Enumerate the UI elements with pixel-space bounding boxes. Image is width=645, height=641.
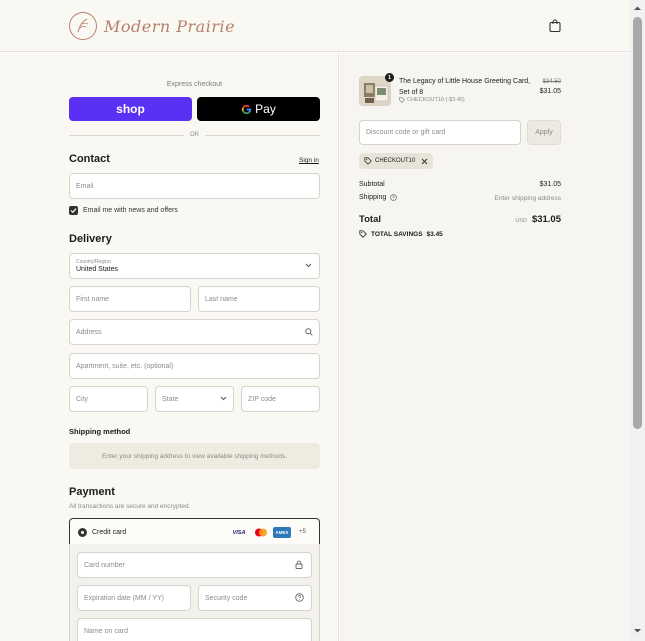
email-field[interactable]: Email — [69, 173, 320, 199]
total-savings-label: TOTAL SAVINGS — [371, 230, 423, 238]
search-icon — [305, 328, 313, 336]
name-on-card-field[interactable]: Name on card — [77, 618, 312, 641]
google-g-icon — [242, 104, 252, 114]
subtotal-label: Subtotal — [359, 181, 385, 188]
logo-emblem-icon — [69, 12, 97, 40]
total-savings: TOTAL SAVINGS $3.45 — [359, 230, 443, 238]
state-placeholder: State — [162, 395, 179, 403]
zip-code-field[interactable]: ZIP code — [241, 386, 320, 412]
first-name-field[interactable]: First name — [69, 286, 191, 312]
store-logo[interactable]: Modern Prairie — [68, 11, 235, 41]
scroll-up-icon[interactable] — [633, 5, 642, 11]
credit-card-form: Card number Expiration date (MM / YY) Se… — [69, 544, 320, 641]
payment-subtitle: All transactions are secure and encrypte… — [69, 503, 191, 510]
chevron-down-icon — [220, 396, 227, 401]
newsletter-checkbox[interactable] — [69, 206, 78, 215]
apply-discount-button[interactable]: Apply — [527, 120, 561, 145]
google-pay-label: Pay — [255, 102, 276, 116]
tag-icon — [399, 97, 405, 103]
expiration-placeholder: Expiration date (MM / YY) — [84, 594, 165, 602]
total-row: USD $31.05 — [461, 214, 561, 225]
tag-icon — [359, 230, 367, 238]
help-icon[interactable] — [295, 593, 304, 602]
expiration-date-field[interactable]: Expiration date (MM / YY) — [77, 585, 191, 611]
total-savings-value: $3.45 — [426, 230, 443, 238]
total-label: Total — [359, 214, 381, 225]
google-pay-button[interactable]: Pay — [197, 97, 320, 121]
site-header: Modern Prairie — [0, 0, 630, 52]
security-code-placeholder: Security code — [205, 594, 248, 602]
shopping-bag-icon[interactable] — [549, 19, 561, 32]
country-select[interactable]: Country/Region United States — [69, 253, 320, 279]
delivery-heading: Delivery — [69, 233, 112, 245]
email-placeholder: Email — [76, 182, 94, 190]
apartment-placeholder: Apartment, suite, etc. (optional) — [76, 362, 174, 370]
original-price: $34.50 — [542, 79, 561, 85]
payment-heading: Payment — [69, 486, 115, 498]
zip-placeholder: ZIP code — [248, 395, 276, 403]
product-price: $31.05 — [539, 88, 561, 95]
amex-icon: AMEX — [273, 527, 291, 538]
shipping-row: Shipping — [359, 194, 398, 201]
express-checkout-label: Express checkout — [166, 81, 223, 88]
discount-code-field[interactable]: Discount code or gift card — [359, 120, 521, 145]
last-name-placeholder: Last name — [205, 295, 238, 303]
card-number-field[interactable]: Card number — [77, 552, 312, 578]
apply-label: Apply — [535, 129, 553, 136]
newsletter-option[interactable]: Email me with news and offers — [69, 206, 178, 215]
city-field[interactable]: City — [69, 386, 148, 412]
tag-icon — [364, 157, 372, 165]
shipping-method-notice: Enter your shipping address to view avai… — [69, 443, 320, 469]
checkmark-icon — [70, 208, 77, 214]
currency-code: USD — [515, 218, 527, 224]
logo-text: Modern Prairie — [104, 16, 236, 36]
product-discount: CHECKOUT10 (-$3.45) — [399, 97, 465, 103]
apartment-field[interactable]: Apartment, suite, etc. (optional) — [69, 353, 320, 379]
chevron-down-icon — [305, 263, 312, 268]
scroll-down-icon[interactable] — [633, 628, 642, 634]
shipping-label: Shipping — [359, 194, 387, 201]
card-number-placeholder: Card number — [84, 561, 125, 569]
shop-pay-label: shop — [116, 102, 145, 116]
applied-discount-code: CHECKOUT10 — [375, 158, 416, 164]
help-icon[interactable] — [390, 194, 398, 201]
product-name: The Legacy of Little House Greeting Card… — [399, 78, 531, 96]
country-label: Country/Region — [76, 259, 111, 265]
country-value: United States — [76, 266, 119, 273]
visa-icon: VISA — [232, 529, 246, 536]
first-name-placeholder: First name — [76, 295, 110, 303]
subtotal-value: $31.05 — [539, 181, 561, 188]
credit-card-radio[interactable] — [78, 528, 87, 537]
shop-pay-button[interactable]: shop — [69, 97, 192, 121]
last-name-field[interactable]: Last name — [198, 286, 320, 312]
quantity-badge: 1 — [385, 73, 394, 82]
name-on-card-placeholder: Name on card — [84, 627, 128, 635]
discount-code-placeholder: Discount code or gift card — [366, 129, 446, 136]
city-placeholder: City — [76, 395, 89, 403]
sign-in-link[interactable]: Sign in — [299, 157, 319, 164]
address-field[interactable]: Address — [69, 319, 320, 345]
scrollbar-thumb[interactable] — [633, 17, 642, 429]
credit-card-option[interactable]: Credit card VISA AMEX +5 — [69, 518, 320, 545]
total-value: $31.05 — [531, 214, 561, 225]
mastercard-icon — [255, 528, 267, 537]
address-placeholder: Address — [76, 328, 102, 336]
shipping-method-message: Enter your shipping address to view avai… — [102, 452, 287, 460]
shipping-method-heading: Shipping method — [69, 427, 131, 436]
newsletter-label: Email me with news and offers — [83, 207, 178, 214]
or-divider: OR — [69, 130, 320, 140]
contact-heading: Contact — [69, 153, 110, 165]
shipping-value: Enter shipping address — [494, 195, 562, 202]
or-label: OR — [190, 132, 199, 138]
product-discount-text: CHECKOUT10 (-$3.45) — [407, 97, 465, 103]
lock-icon — [295, 560, 303, 569]
credit-card-label: Credit card — [92, 529, 127, 536]
more-cards-label: +5 — [299, 529, 306, 535]
remove-discount-icon[interactable] — [421, 158, 428, 165]
applied-discount-chip: CHECKOUT10 — [359, 153, 433, 169]
